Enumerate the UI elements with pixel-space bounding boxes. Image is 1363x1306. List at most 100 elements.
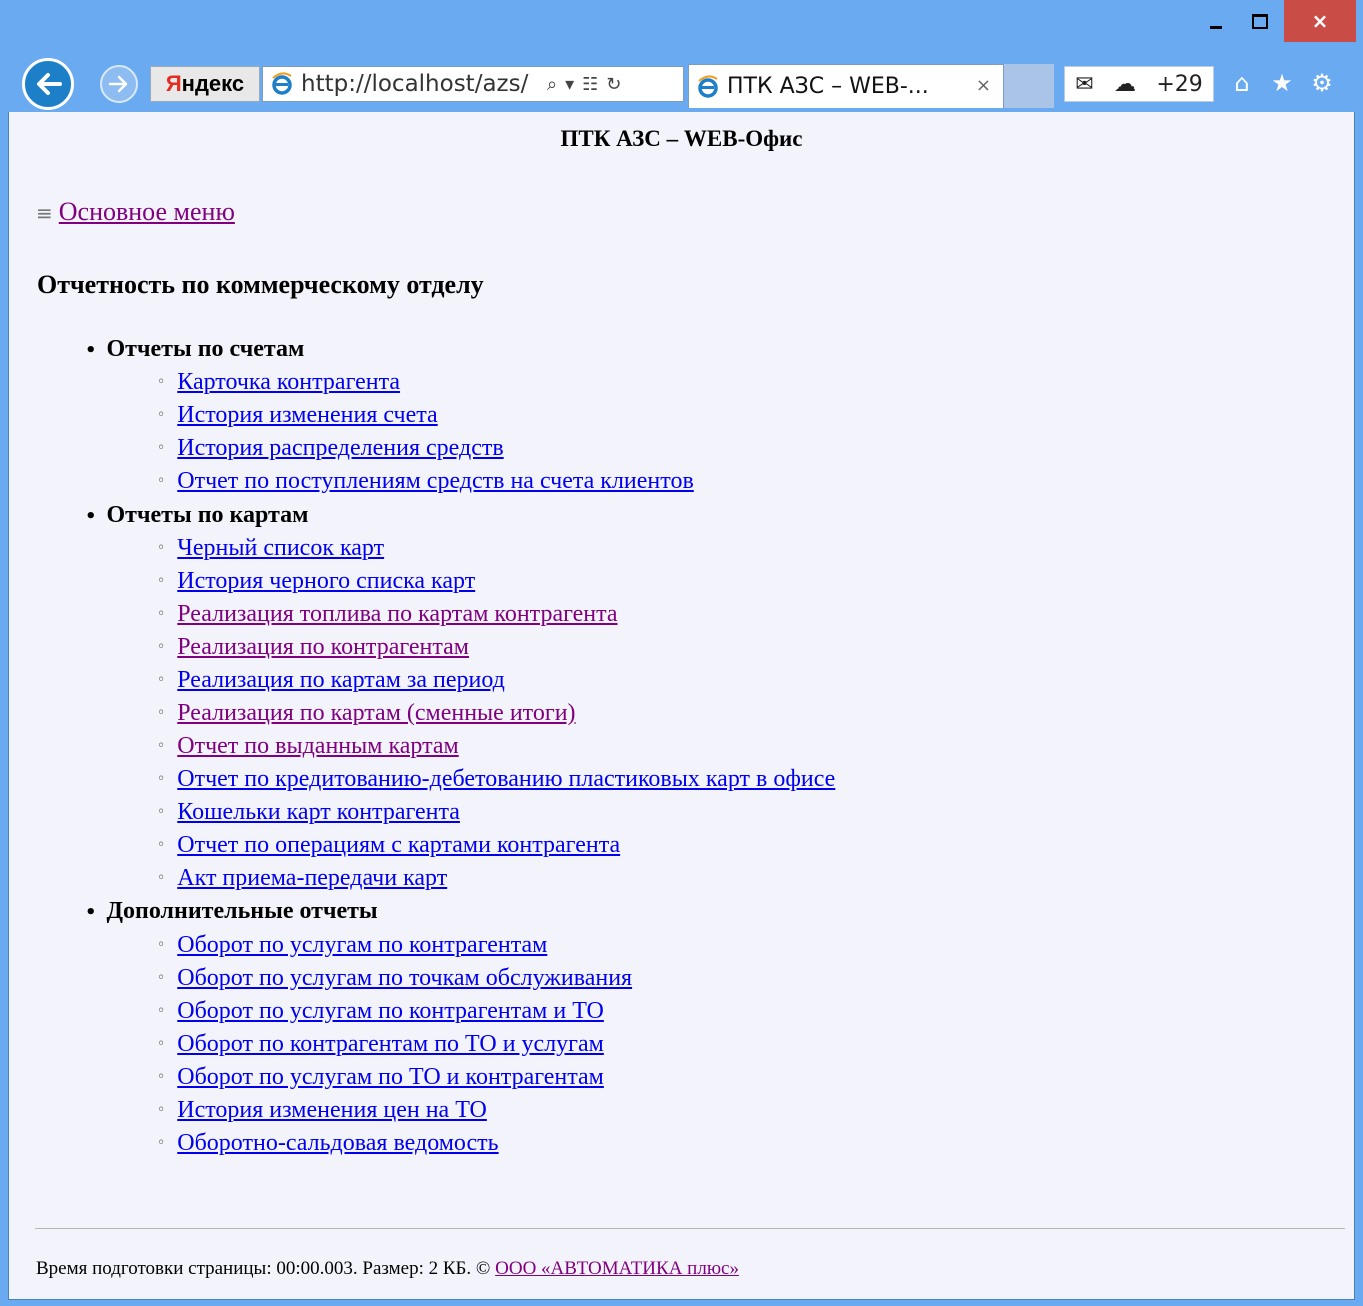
list-item: ◦ Отчет по выданным картам <box>157 733 459 760</box>
bullet: ◦ <box>157 1003 166 1019</box>
list-item: ◦ Реализация по картам за период <box>157 667 505 694</box>
maximize-icon <box>1252 13 1268 29</box>
back-arrow-icon <box>37 73 62 95</box>
bullet: ◦ <box>157 440 166 456</box>
company-link[interactable]: ООО «АВТОМАТИКА плюс» <box>495 1258 739 1279</box>
bullet: ◦ <box>157 771 166 787</box>
tab-ie-icon <box>695 74 721 100</box>
report-link[interactable]: Реализация топлива по картам контрагента <box>177 601 617 627</box>
group-heading: • Дополнительные отчеты <box>85 898 378 925</box>
report-link[interactable]: История черного списка карт <box>177 568 475 594</box>
page-title: ПТК АЗС – WEB-Офис <box>560 126 803 151</box>
report-link[interactable]: Отчет по операциям с картами контрагента <box>177 832 620 858</box>
mail-weather-widget[interactable]: ✉ ☁ +29 <box>1064 66 1214 102</box>
report-link[interactable]: Акт приема-передачи карт <box>177 865 447 891</box>
tab-close-icon[interactable]: × <box>976 75 991 96</box>
main-menu-link-row: ≡ Основное меню <box>36 197 235 227</box>
back-button[interactable] <box>22 58 74 110</box>
yandex-logo-rest: ндекс <box>181 71 245 96</box>
list-item: ◦ Кошельки карт контрагента <box>157 799 460 826</box>
bullet: • <box>85 340 97 361</box>
report-link[interactable]: Кошельки карт контрагента <box>177 799 460 825</box>
report-link[interactable]: Оборотно-сальдовая ведомость <box>177 1130 498 1156</box>
star-icon[interactable]: ★ <box>1266 66 1298 100</box>
group-label: Отчеты по счетам <box>106 336 305 362</box>
bullet: ◦ <box>157 1069 166 1085</box>
report-link[interactable]: Отчет по поступлениям средств на счета к… <box>177 468 694 494</box>
forward-button[interactable] <box>100 65 138 103</box>
address-tools: ⌕ ▾ ☷ ↻ <box>547 74 621 95</box>
report-link[interactable]: Оборот по услугам по ТО и контрагентам <box>177 1064 604 1090</box>
forward-arrow-icon <box>108 75 128 93</box>
report-link[interactable]: Реализация по картам (сменные итоги) <box>177 700 575 726</box>
minimize-button[interactable] <box>1196 0 1236 42</box>
address-bar[interactable]: http://localhost/azs/ ⌕ ▾ ☷ ↻ <box>262 66 684 102</box>
group-label: Отчеты по картам <box>106 502 309 528</box>
footer-divider <box>35 1228 1345 1229</box>
list-item: ◦ История изменения цен на ТО <box>157 1097 487 1124</box>
close-button[interactable]: × <box>1284 0 1356 42</box>
bullet: ◦ <box>157 407 166 423</box>
report-link[interactable]: Оборот по услугам по контрагентам и ТО <box>177 998 604 1024</box>
list-item: ◦ Оборот по услугам по точкам обслуживани… <box>157 965 632 992</box>
yandex-logo-y: Я <box>165 71 182 96</box>
maximize-button[interactable] <box>1240 0 1280 42</box>
list-item: ◦ Карточка контрагента <box>157 369 400 396</box>
menu-icon: ≡ <box>36 201 53 225</box>
report-link[interactable]: Отчет по выданным картам <box>177 733 458 759</box>
bullet: ◦ <box>157 573 166 589</box>
bullet: ◦ <box>157 970 166 986</box>
bullet: • <box>85 902 97 923</box>
list-item: ◦ Оборот по услугам по контрагентам <box>157 932 547 959</box>
report-link[interactable]: История распределения средств <box>177 435 503 461</box>
group-heading: • Отчеты по счетам <box>85 336 304 363</box>
address-url[interactable]: http://localhost/azs/ <box>301 71 539 97</box>
tab-title: ПТК АЗС – WEB-... <box>727 74 929 99</box>
report-link[interactable]: Черный список карт <box>177 535 384 561</box>
list-item: ◦ Реализация по картам (сменные итоги) <box>157 700 576 727</box>
gear-icon[interactable]: ⚙ <box>1306 66 1338 100</box>
section-title: Отчетность по коммерческому отделу <box>37 270 484 299</box>
report-link[interactable]: История изменения цен на ТО <box>177 1097 487 1123</box>
bullet: ◦ <box>157 639 166 655</box>
dropdown-icon[interactable]: ▾ <box>565 74 574 95</box>
report-link[interactable]: История изменения счета <box>177 402 437 428</box>
mail-icon[interactable]: ✉ <box>1075 72 1093 97</box>
bullet: ◦ <box>157 837 166 853</box>
bullet: ◦ <box>157 540 166 556</box>
list-item: ◦ Отчет по поступлениям средств на счета … <box>157 468 694 495</box>
list-item: ◦ Черный список карт <box>157 535 384 562</box>
home-icon[interactable]: ⌂ <box>1226 66 1258 100</box>
bullet: ◦ <box>157 870 166 886</box>
report-link[interactable]: Оборот по контрагентам по ТО и услугам <box>177 1031 604 1057</box>
bullet: ◦ <box>157 705 166 721</box>
browser-tab[interactable]: ПТК АЗС – WEB-... × <box>688 64 1004 108</box>
bullet: ◦ <box>157 937 166 953</box>
new-tab-button[interactable] <box>1004 64 1054 108</box>
search-icon[interactable]: ⌕ <box>547 74 557 95</box>
bullet: ◦ <box>157 1036 166 1052</box>
group-heading: • Отчеты по картам <box>85 502 308 529</box>
ie-icon <box>269 71 295 97</box>
report-link[interactable]: Оборот по услугам по контрагентам <box>177 932 547 958</box>
report-link[interactable]: Отчет по кредитованию-дебетованию пласти… <box>177 766 835 792</box>
report-link[interactable]: Реализация по картам за период <box>177 667 505 693</box>
report-link[interactable]: Карточка контрагента <box>177 369 400 395</box>
page-content: ПТК АЗС – WEB-Офис ≡ Основное меню Отчетн… <box>8 112 1355 1300</box>
refresh-icon[interactable]: ↻ <box>606 74 621 95</box>
list-item: ◦ История распределения средств <box>157 435 504 462</box>
bullet: ◦ <box>157 1102 166 1118</box>
bullet: ◦ <box>157 1135 166 1151</box>
list-item: ◦ Реализация по контрагентам <box>157 634 469 661</box>
report-link[interactable]: Оборот по услугам по точкам обслуживания <box>177 965 632 991</box>
weather-temp: +29 <box>1156 71 1203 97</box>
main-menu-link[interactable]: Основное меню <box>59 197 235 226</box>
bullet: ◦ <box>157 804 166 820</box>
bullet: ◦ <box>157 374 166 390</box>
report-link[interactable]: Реализация по контрагентам <box>177 634 469 660</box>
compat-icon[interactable]: ☷ <box>582 74 598 95</box>
yandex-button[interactable]: Яндекс <box>150 66 260 102</box>
list-item: ◦ Реализация топлива по картам контрагент… <box>157 601 618 628</box>
list-item: ◦ Оборот по услугам по контрагентам и ТО <box>157 998 604 1025</box>
bullet: • <box>85 506 97 527</box>
